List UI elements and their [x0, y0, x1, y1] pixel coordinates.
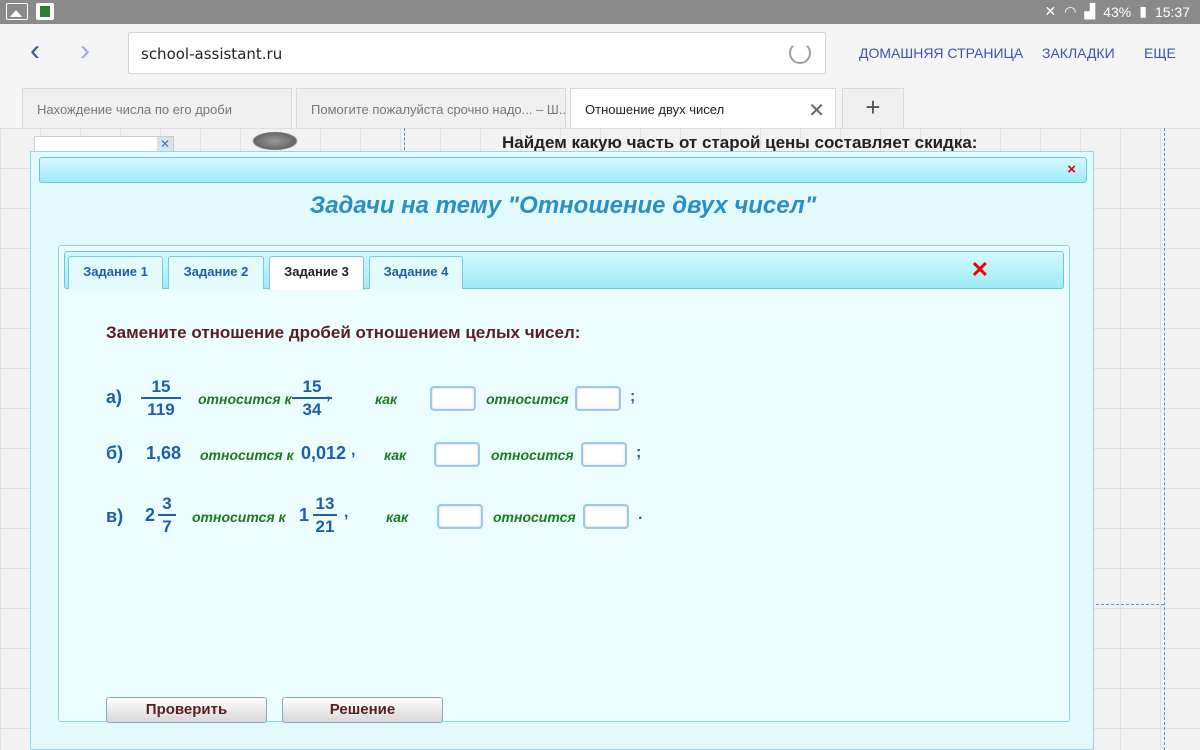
panel-close-icon[interactable]: ✕	[971, 257, 989, 283]
more-menu-link[interactable]: ЕЩЕ	[1144, 45, 1176, 61]
left-number: 1,68	[146, 443, 182, 463]
modal-close-icon[interactable]: ×	[1067, 161, 1076, 178]
solution-button[interactable]: Решение	[282, 697, 443, 723]
status-bar: ✕ ◠ ▟ 43% ▮ 15:37	[0, 0, 1200, 24]
separator: ,	[344, 504, 349, 521]
fraction-right: 13 21	[307, 494, 343, 536]
row-label: в)	[106, 506, 124, 526]
browser-tab[interactable]: Нахождение числа по его дроби	[22, 88, 292, 128]
relates-text: относится	[486, 391, 569, 407]
back-button[interactable]: ‹	[20, 36, 50, 70]
denominator: 119	[147, 400, 175, 419]
relates-to-text: относится к	[200, 447, 294, 463]
check-button[interactable]: Проверить	[106, 697, 267, 723]
as-text: как	[375, 391, 398, 407]
relates-text: относится	[491, 447, 574, 463]
bookmarks-link[interactable]: ЗАКЛАДКИ	[1042, 45, 1115, 61]
clock: 15:37	[1154, 3, 1190, 20]
browser-tab-label: Нахождение числа по его дроби	[37, 102, 232, 117]
numerator: 3	[162, 494, 172, 513]
row-end-punct: ;	[630, 388, 636, 405]
fraction-bar	[141, 397, 181, 399]
denominator: 7	[162, 517, 172, 536]
task-instruction: Замените отношение дробей отношением цел…	[106, 323, 581, 342]
ad-close-icon[interactable]: ✕	[157, 137, 173, 151]
browser-tab-label: Помогите пожалуйста срочно надо... – Ш..…	[311, 102, 566, 117]
fraction-bar	[313, 514, 337, 516]
modal-header-bar: ×	[39, 157, 1087, 183]
answer-input-2[interactable]	[581, 442, 627, 467]
gallery-icon	[6, 3, 28, 20]
fraction-left: 3 7	[149, 494, 185, 536]
ad-banner: ✕	[34, 136, 174, 152]
browser-tab-strip: Нахождение числа по его дроби Помогите п…	[0, 82, 1200, 128]
wifi-icon: ◠	[1064, 3, 1077, 19]
row-end-punct: .	[638, 506, 643, 523]
exercise-row-c: в) 2 3 7 относится к 1 13 21 , как относ…	[59, 484, 1059, 544]
status-bar-left	[6, 3, 54, 20]
separator: ,	[326, 386, 331, 403]
signal-icon: ▟	[1084, 3, 1096, 19]
home-page-link[interactable]: ДОМАШНЯЯ СТРАНИЦА	[859, 45, 1023, 61]
tab-task-3[interactable]: Задание 3	[269, 256, 364, 290]
browser-tab-label: Отношение двух чисел	[585, 102, 725, 117]
numerator: 15	[151, 377, 171, 396]
fraction-left: 15 119	[141, 377, 181, 419]
as-text: как	[384, 447, 407, 463]
exercise-row-b: б) 1,68 относится к 0,012 , как относитс…	[59, 428, 1059, 488]
fraction-bar	[158, 514, 176, 516]
close-tab-icon[interactable]: ✕	[808, 98, 825, 123]
page-heading: Найдем какую часть от старой цены состав…	[502, 133, 978, 152]
browser-tab-active[interactable]: Отношение двух чисел ✕	[570, 88, 836, 128]
browser-tab[interactable]: Помогите пожалуйста срочно надо... – Ш..…	[296, 88, 566, 128]
dashed-guide	[404, 128, 405, 150]
relates-to-text: относится к	[198, 391, 292, 407]
modal-title: Задачи на тему "Отношение двух чисел"	[309, 192, 817, 219]
denominator: 21	[315, 517, 335, 536]
exercise-row-a: а) 15 119 относится к 15 34 , как относи…	[59, 372, 1059, 432]
app-notification-icon	[36, 3, 54, 20]
row-label: б)	[106, 443, 124, 463]
mute-icon: ✕	[1044, 3, 1057, 19]
task-tab-bar: Задание 1 Задание 2 Задание 3 Задание 4 …	[64, 251, 1064, 290]
task-modal: × Задачи на тему "Отношение двух чисел" …	[30, 151, 1094, 750]
decorative-image	[248, 130, 302, 152]
new-tab-button[interactable]: +	[842, 88, 904, 128]
browser-toolbar: ‹ › school-assistant.ru ДОМАШНЯЯ СТРАНИЦ…	[0, 24, 1200, 82]
battery-percent: 43%	[1103, 3, 1132, 20]
numerator: 13	[315, 494, 335, 513]
answer-input-1[interactable]	[437, 504, 483, 529]
tab-task-2[interactable]: Задание 2	[168, 256, 264, 289]
answer-input-1[interactable]	[430, 386, 476, 411]
battery-icon: ▮	[1139, 3, 1147, 19]
row-end-punct: ;	[636, 444, 642, 461]
status-bar-right: ✕ ◠ ▟ 43% ▮ 15:37	[1044, 3, 1190, 20]
dashed-guide	[1164, 128, 1165, 750]
row-label: а)	[106, 387, 123, 407]
relates-to-text: относится к	[192, 509, 286, 525]
separator: ,	[351, 442, 356, 459]
answer-input-2[interactable]	[575, 386, 621, 411]
tab-task-1[interactable]: Задание 1	[68, 256, 163, 289]
task-panel: Задание 1 Задание 2 Задание 3 Задание 4 …	[58, 245, 1070, 723]
right-number: 0,012	[301, 443, 347, 463]
as-text: как	[386, 509, 409, 525]
forward-button[interactable]: ›	[70, 36, 100, 70]
tab-task-4[interactable]: Задание 4	[369, 256, 463, 289]
relates-text: относится	[493, 509, 576, 525]
address-bar[interactable]: school-assistant.ru	[128, 32, 826, 74]
answer-input-2[interactable]	[583, 504, 629, 529]
dashed-guide	[1096, 604, 1164, 605]
url-text: school-assistant.ru	[141, 45, 283, 63]
reload-icon[interactable]	[789, 42, 811, 64]
answer-input-1[interactable]	[434, 442, 480, 467]
